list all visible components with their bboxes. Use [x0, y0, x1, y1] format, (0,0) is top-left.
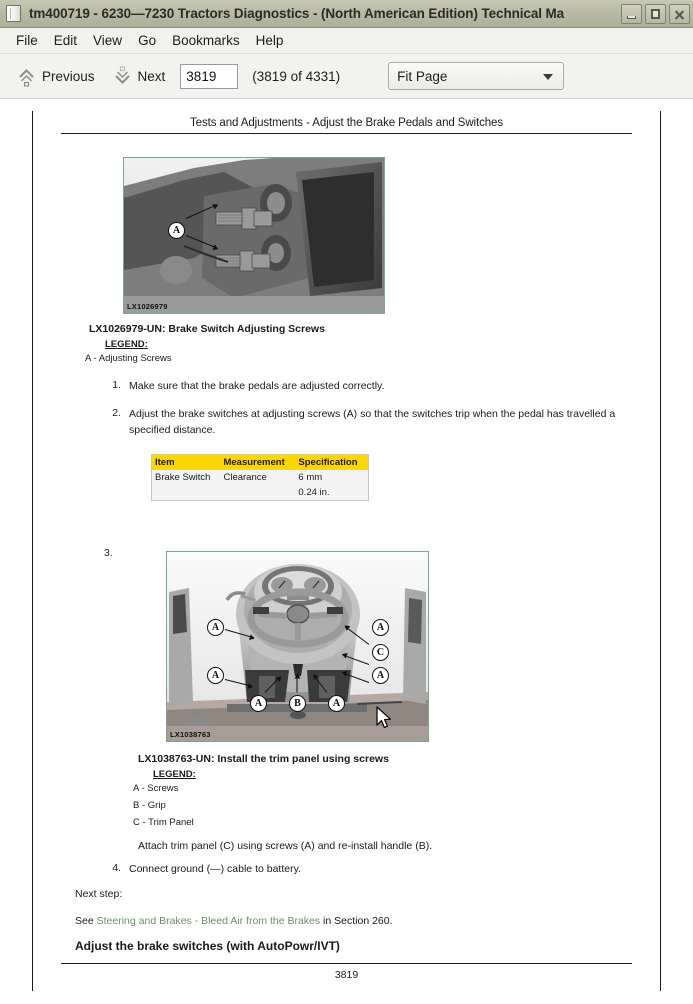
step-4: 4. Connect ground (—) cable to battery. — [109, 862, 629, 878]
figure-1-photo — [124, 158, 384, 313]
next-page-label: Next — [137, 68, 166, 84]
step-list-top: 1. Make sure that the brake pedals are a… — [109, 379, 629, 438]
callout-a: A — [328, 695, 345, 712]
document-viewport[interactable]: Tests and Adjustments - Adjust the Brake… — [0, 99, 693, 1004]
see-prefix: See — [75, 915, 97, 927]
previous-page-label: Previous — [42, 68, 95, 84]
footer-divider — [61, 963, 632, 964]
menu-item-bookmarks[interactable]: Bookmarks — [164, 31, 248, 50]
close-button[interactable] — [669, 3, 690, 24]
menu-item-file[interactable]: File — [8, 31, 46, 50]
toolbar: Previous Next (3819 of 4331) Fit Page — [0, 54, 693, 99]
document-footer: 3819 — [61, 963, 632, 981]
step-1-number: 1. — [112, 379, 121, 391]
header-divider — [61, 133, 632, 134]
callout-b: B — [289, 695, 306, 712]
figure-1-caption: LX1026979-UN: Brake Switch Adjusting Scr… — [89, 323, 325, 335]
figure-2-legend-item-c: C - Trim Panel — [133, 817, 194, 828]
callout-a: A — [207, 667, 224, 684]
figure-2-caption: LX1038763-UN: Install the trim panel usi… — [138, 753, 389, 765]
figure-2-code: LX1038763 — [170, 730, 211, 739]
section-heading: Adjust the brake switches (with AutoPowr… — [75, 939, 340, 953]
figure-brake-switch-adjusting-screws: A LX1026979 — [123, 157, 385, 314]
figure-1-legend-title: LEGEND: — [105, 339, 148, 350]
figure-2-legend-title: LEGEND: — [153, 769, 196, 780]
menu-item-go[interactable]: Go — [130, 31, 164, 50]
document-icon — [6, 5, 21, 22]
cell-measurement: Clearance — [223, 472, 267, 483]
step-1-text: Make sure that the brake pedals are adju… — [129, 380, 385, 392]
next-page-button[interactable]: Next — [106, 62, 173, 91]
table-row: 0.24 in. — [152, 485, 369, 501]
window-title: tm400719 - 6230—7230 Tractors Diagnostic… — [29, 6, 565, 21]
see-suffix: in Section 260. — [320, 915, 393, 927]
column-header-specification: Specification — [295, 454, 369, 470]
page-number-input[interactable] — [180, 63, 239, 89]
cell-item: Brake Switch — [155, 472, 211, 483]
cross-reference-link[interactable]: Steering and Brakes - Bleed Air from the… — [97, 915, 321, 927]
leader-line — [296, 674, 298, 693]
table-header-row: Item Measurement Specification — [151, 454, 369, 470]
window-titlebar: tm400719 - 6230—7230 Tractors Diagnostic… — [0, 0, 693, 28]
document-page: Tests and Adjustments - Adjust the Brake… — [32, 111, 661, 991]
cell-item — [152, 485, 221, 501]
step-list-bottom: 4. Connect ground (—) cable to battery. — [109, 862, 629, 878]
figure-2-legend-item-a: A - Screws — [133, 783, 179, 794]
callout-a: A — [168, 222, 185, 239]
mouse-cursor — [376, 706, 392, 735]
step-2-number: 2. — [112, 406, 121, 419]
cross-reference: See Steering and Brakes - Bleed Air from… — [75, 914, 393, 929]
footer-page-number: 3819 — [334, 969, 359, 981]
page-title: Tests and Adjustments - Adjust the Brake… — [190, 117, 503, 129]
menu-item-view[interactable]: View — [85, 31, 130, 50]
zoom-level-value: Fit Page — [397, 68, 448, 84]
cell-specification: 6 mm — [298, 472, 323, 483]
column-header-measurement: Measurement — [220, 454, 296, 470]
menubar: File Edit View Go Bookmarks Help — [0, 28, 693, 54]
maximize-button[interactable] — [645, 3, 666, 24]
step-1: 1. Make sure that the brake pedals are a… — [109, 379, 629, 395]
next-step-label: Next step: — [75, 888, 123, 900]
minimize-button[interactable] — [621, 3, 642, 24]
table-row: Brake Switch Clearance 6 mm — [152, 470, 369, 485]
cell-specification: 0.24 in. — [298, 487, 330, 498]
window-controls — [621, 3, 690, 24]
zoom-level-select[interactable]: Fit Page — [388, 62, 565, 90]
callout-a: A — [207, 619, 224, 636]
menu-item-help[interactable]: Help — [248, 31, 292, 50]
specification-table: Item Measurement Specification Brake Swi… — [151, 454, 369, 501]
callout-a: A — [372, 619, 389, 636]
menu-item-edit[interactable]: Edit — [46, 31, 85, 50]
column-header-item: Item — [151, 454, 221, 470]
figure-2-legend-item-b: B - Grip — [133, 800, 166, 811]
step-3-text: Attach trim panel (C) using screws (A) a… — [138, 840, 433, 852]
page-count-label: (3819 of 4331) — [252, 68, 341, 84]
callout-a: A — [372, 667, 389, 684]
chevron-down-icon — [113, 65, 132, 87]
figure-1-code: LX1026979 — [127, 302, 168, 311]
figure-1-legend-item: A - Adjusting Screws — [85, 353, 172, 364]
chevron-down-icon — [543, 74, 554, 80]
step-4-number: 4. — [112, 862, 121, 874]
callout-c: C — [372, 644, 389, 661]
document-running-header: Tests and Adjustments - Adjust the Brake… — [61, 117, 632, 134]
previous-page-button[interactable]: Previous — [10, 62, 102, 91]
callout-a: A — [250, 695, 267, 712]
cell-measurement — [220, 485, 295, 501]
step-4-text: Connect ground (—) cable to battery. — [129, 863, 301, 875]
step-2-text: Adjust the brake switches at adjusting s… — [129, 407, 616, 436]
chevron-up-icon — [17, 66, 36, 87]
step-3-number: 3. — [104, 547, 113, 559]
step-2: 2. Adjust the brake switches at adjustin… — [109, 407, 629, 439]
